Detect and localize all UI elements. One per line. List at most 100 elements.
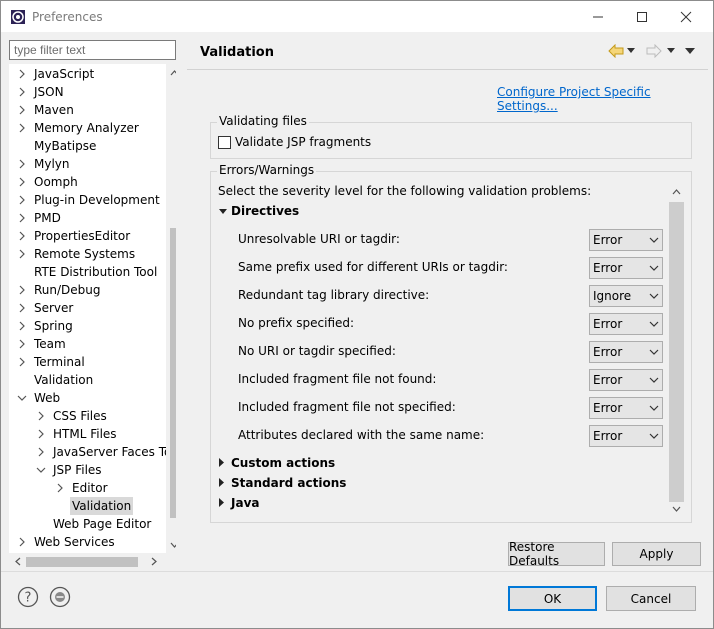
expanded-triangle-icon [219, 204, 231, 218]
tree-item[interactable]: MyBatipse [9, 137, 166, 155]
collapsed-chevron-icon[interactable] [36, 407, 48, 425]
expanded-chevron-icon[interactable] [17, 389, 29, 407]
collapsed-chevron-icon[interactable] [17, 65, 29, 83]
tree-vertical-scrollbar[interactable] [166, 64, 176, 553]
collapsed-chevron-icon[interactable] [17, 281, 29, 299]
collapsed-chevron-icon[interactable] [17, 317, 29, 335]
tree-item[interactable]: Web Page Editor [9, 515, 166, 533]
configure-project-settings-link[interactable]: Configure Project Specific Settings... [497, 85, 708, 113]
expanded-chevron-icon[interactable] [36, 461, 48, 479]
collapsed-chevron-icon[interactable] [36, 443, 48, 461]
problems-vertical-scrollbar[interactable] [668, 184, 685, 520]
severity-select[interactable]: Error [589, 397, 663, 419]
scroll-thumb[interactable] [170, 228, 176, 518]
collapsed-chevron-icon[interactable] [17, 191, 29, 209]
tree-item[interactable]: Editor [9, 479, 166, 497]
severity-select[interactable]: Error [589, 369, 663, 391]
cancel-button[interactable]: Cancel [606, 586, 696, 611]
collapsed-chevron-icon[interactable] [17, 101, 29, 119]
directive-label: Included fragment file not found: [238, 372, 437, 386]
tree-item[interactable]: Validation [9, 497, 166, 515]
minimize-button[interactable] [575, 1, 621, 32]
severity-select[interactable]: Ignore [589, 285, 663, 307]
tree-item[interactable]: Memory Analyzer [9, 119, 166, 137]
close-button[interactable] [663, 1, 709, 32]
scroll-down-arrow-icon[interactable] [672, 506, 681, 512]
tree-item[interactable]: Validation [9, 371, 166, 389]
tree-item[interactable]: HTML Files [9, 425, 166, 443]
tree-item[interactable]: Run/Debug [9, 281, 166, 299]
tree-item[interactable]: PropertiesEditor [9, 227, 166, 245]
severity-select[interactable]: Error [589, 341, 663, 363]
collapsed-chevron-icon[interactable] [17, 155, 29, 173]
severity-select[interactable]: Error [589, 229, 663, 251]
tree-item[interactable]: Web Services [9, 533, 166, 551]
tree-item[interactable]: RTE Distribution Tool [9, 263, 166, 281]
tree-item[interactable]: Remote Systems [9, 245, 166, 263]
tree-item[interactable]: Spring [9, 317, 166, 335]
validate-jsp-checkbox[interactable] [218, 135, 231, 149]
scroll-thumb[interactable] [669, 202, 684, 502]
collapsed-chevron-icon[interactable] [17, 245, 29, 263]
import-export-icon[interactable] [49, 586, 71, 608]
tree-item[interactable]: PMD [9, 209, 166, 227]
tree-item[interactable]: JSP Files [9, 461, 166, 479]
tree-item[interactable]: Server [9, 299, 166, 317]
collapsed-chevron-icon[interactable] [36, 425, 48, 443]
tree-item[interactable]: JSON [9, 83, 166, 101]
severity-value: Error [593, 345, 623, 359]
scroll-right-arrow-icon[interactable] [145, 553, 162, 570]
tree-item[interactable]: Oomph [9, 173, 166, 191]
scroll-left-arrow-icon[interactable] [9, 553, 26, 570]
directives-section-header[interactable]: Directives [219, 204, 299, 218]
forward-arrow-icon[interactable] [646, 44, 662, 58]
ok-button[interactable]: OK [508, 586, 597, 611]
back-arrow-icon[interactable] [608, 44, 624, 58]
collapsed-section-header[interactable]: Standard actions [219, 476, 346, 490]
view-menu-icon[interactable] [685, 48, 695, 55]
scroll-down-arrow-icon[interactable] [166, 536, 176, 553]
section-label: Java [231, 496, 260, 510]
collapsed-chevron-icon[interactable] [17, 533, 29, 551]
chevron-down-icon [646, 433, 662, 439]
maximize-button[interactable] [619, 1, 665, 32]
tree-item[interactable]: Terminal [9, 353, 166, 371]
collapsed-chevron-icon[interactable] [17, 335, 29, 353]
tree-item[interactable]: JavaScript [9, 65, 166, 83]
filter-input[interactable] [9, 40, 176, 60]
forward-menu-chevron-icon[interactable] [667, 48, 675, 54]
validate-jsp-checkbox-row[interactable]: Validate JSP fragments [218, 135, 371, 149]
restore-defaults-button[interactable]: Restore Defaults [508, 540, 605, 568]
collapsed-section-header[interactable]: Java [219, 496, 259, 510]
collapsed-chevron-icon[interactable] [17, 119, 29, 137]
collapsed-section-header[interactable]: Custom actions [219, 456, 335, 470]
collapsed-chevron-icon[interactable] [17, 209, 29, 227]
tree-item[interactable]: Mylyn [9, 155, 166, 173]
tree-item[interactable]: Maven [9, 101, 166, 119]
chevron-down-icon [646, 377, 662, 383]
collapsed-chevron-icon[interactable] [17, 83, 29, 101]
tree-item-label: Web [34, 391, 61, 405]
severity-select[interactable]: Error [589, 257, 663, 279]
severity-select[interactable]: Error [589, 313, 663, 335]
apply-button[interactable]: Apply [612, 542, 701, 566]
page-navigation [605, 41, 701, 61]
scroll-thumb[interactable] [26, 557, 138, 567]
tree-item[interactable]: CSS Files [9, 407, 166, 425]
collapsed-chevron-icon[interactable] [17, 227, 29, 245]
collapsed-chevron-icon[interactable] [17, 299, 29, 317]
back-menu-chevron-icon[interactable] [627, 48, 635, 54]
scroll-up-arrow-icon[interactable] [672, 189, 681, 195]
tree-item[interactable]: Plug-in Development [9, 191, 166, 209]
tree-item[interactable]: Team [9, 335, 166, 353]
scroll-up-arrow-icon[interactable] [166, 64, 176, 81]
tree-horizontal-scrollbar[interactable] [9, 553, 176, 570]
collapsed-chevron-icon[interactable] [55, 479, 67, 497]
collapsed-chevron-icon[interactable] [17, 353, 29, 371]
tree-item[interactable]: JavaServer Faces To [9, 443, 171, 461]
tree-item[interactable]: Web [9, 389, 166, 407]
severity-select[interactable]: Error [589, 425, 663, 447]
help-icon[interactable]: ? [17, 586, 39, 608]
collapsed-chevron-icon[interactable] [17, 173, 29, 191]
tree-item-label: JSP Files [53, 463, 102, 477]
